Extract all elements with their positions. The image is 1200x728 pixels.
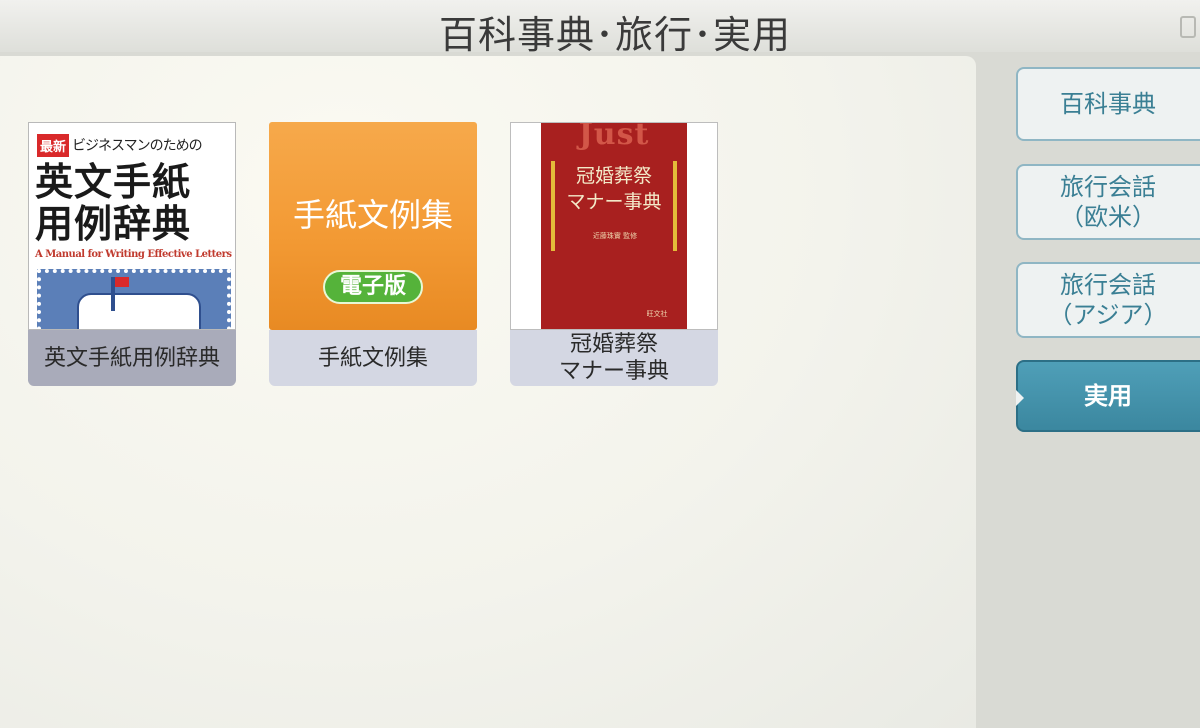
tab-travel-western[interactable]: 旅行会話 （欧米） xyxy=(1016,164,1200,240)
cover-tagline: ビジネスマンのための xyxy=(72,138,203,154)
cover-english-subtitle: A Manual for Writing Effective Letters xyxy=(35,249,232,260)
cover-title: 英文手紙 用例辞典 xyxy=(35,160,192,246)
cover-badge: 最新 xyxy=(37,133,70,157)
device-icon xyxy=(1180,16,1196,38)
tab-label: 旅行会話 （アジア） xyxy=(1048,271,1168,329)
tab-label: 旅行会話 （欧米） xyxy=(1060,173,1156,231)
tab-travel-asia[interactable]: 旅行会話 （アジア） xyxy=(1016,262,1200,338)
book-card-eibun-tegami[interactable]: 最新 ビジネスマンのための 英文手紙 用例辞典 A Manual for Wri… xyxy=(28,122,236,390)
cover-book-image: Just 冠婚葬祭 マナー事典 近藤珠實 監修 旺文社 xyxy=(541,122,687,329)
cover-title: 手紙文例集 xyxy=(292,196,453,234)
tab-practical[interactable]: 実用 xyxy=(1016,360,1200,432)
book-cover: 手紙文例集 電子版 xyxy=(269,122,477,330)
cover-publisher: 旺文社 xyxy=(646,310,668,318)
page-title: 百科事典･旅行･実用 xyxy=(438,13,791,57)
cover-brand: Just xyxy=(578,122,650,152)
book-caption: 英文手紙用例辞典 xyxy=(28,330,236,386)
book-caption: 手紙文例集 xyxy=(269,330,477,386)
cover-title: 冠婚葬祭 マナー事典 xyxy=(566,165,662,213)
book-caption: 冠婚葬祭 マナー事典 xyxy=(510,330,718,386)
mailbox-illustration xyxy=(37,269,231,329)
book-cover: 最新 ビジネスマンのための 英文手紙 用例辞典 A Manual for Wri… xyxy=(28,122,236,330)
title-bar: 百科事典･旅行･実用 xyxy=(0,0,1200,57)
cover-editor: 近藤珠實 監修 xyxy=(592,232,638,240)
tab-label: 実用 xyxy=(1084,382,1132,410)
book-cover: Just 冠婚葬祭 マナー事典 近藤珠實 監修 旺文社 xyxy=(510,122,718,330)
cover-badge: 電子版 xyxy=(323,270,423,304)
book-card-tegami-bunrei[interactable]: 手紙文例集 電子版 手紙文例集 xyxy=(269,122,477,390)
tab-encyclopedia[interactable]: 百科事典 xyxy=(1016,67,1200,141)
tab-label: 百科事典 xyxy=(1060,90,1156,118)
book-shelf: 最新 ビジネスマンのための 英文手紙 用例辞典 A Manual for Wri… xyxy=(0,56,976,728)
book-card-konso-manner[interactable]: Just 冠婚葬祭 マナー事典 近藤珠實 監修 旺文社 冠婚葬祭 マナー事典 xyxy=(510,122,718,390)
